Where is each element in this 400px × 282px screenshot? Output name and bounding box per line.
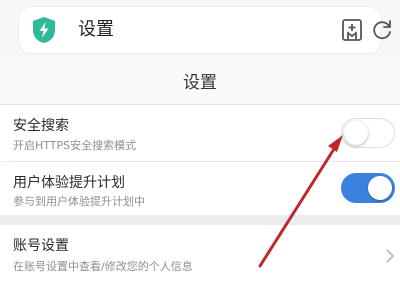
refresh-icon[interactable] [369,17,395,43]
toggle-knob [344,121,368,145]
chevron-right-icon [386,249,395,263]
toggle-knob [368,176,392,200]
bookmark-add-icon[interactable] [339,17,365,43]
setting-title: 用户体验提升计划 [13,175,125,191]
address-bar[interactable]: 设置 [18,6,391,54]
setting-row-account[interactable]: 账号设置 在账号设置中查看/修改您的个人信息 [0,225,400,282]
setting-subtitle: 在账号设置中查看/修改您的个人信息 [13,260,193,273]
address-bar-title: 设置 [78,19,114,40]
setting-row-user-experience[interactable]: 用户体验提升计划 参与到用户体验提升计划中 [0,162,400,215]
setting-subtitle: 开启HTTPS安全搜索模式 [13,139,137,152]
setting-title: 账号设置 [13,238,69,254]
safe-search-toggle[interactable] [341,118,395,148]
browser-toolbar: 设置 [0,0,400,64]
setting-subtitle: 参与到用户体验提升计划中 [13,195,145,208]
shield-icon [33,17,55,43]
page-title: 设置 [183,73,217,93]
setting-title: 安全搜索 [13,118,69,134]
user-experience-toggle[interactable] [341,173,395,203]
setting-row-safe-search[interactable]: 安全搜索 开启HTTPS安全搜索模式 [0,105,400,161]
page-header: 设置 [0,62,400,104]
